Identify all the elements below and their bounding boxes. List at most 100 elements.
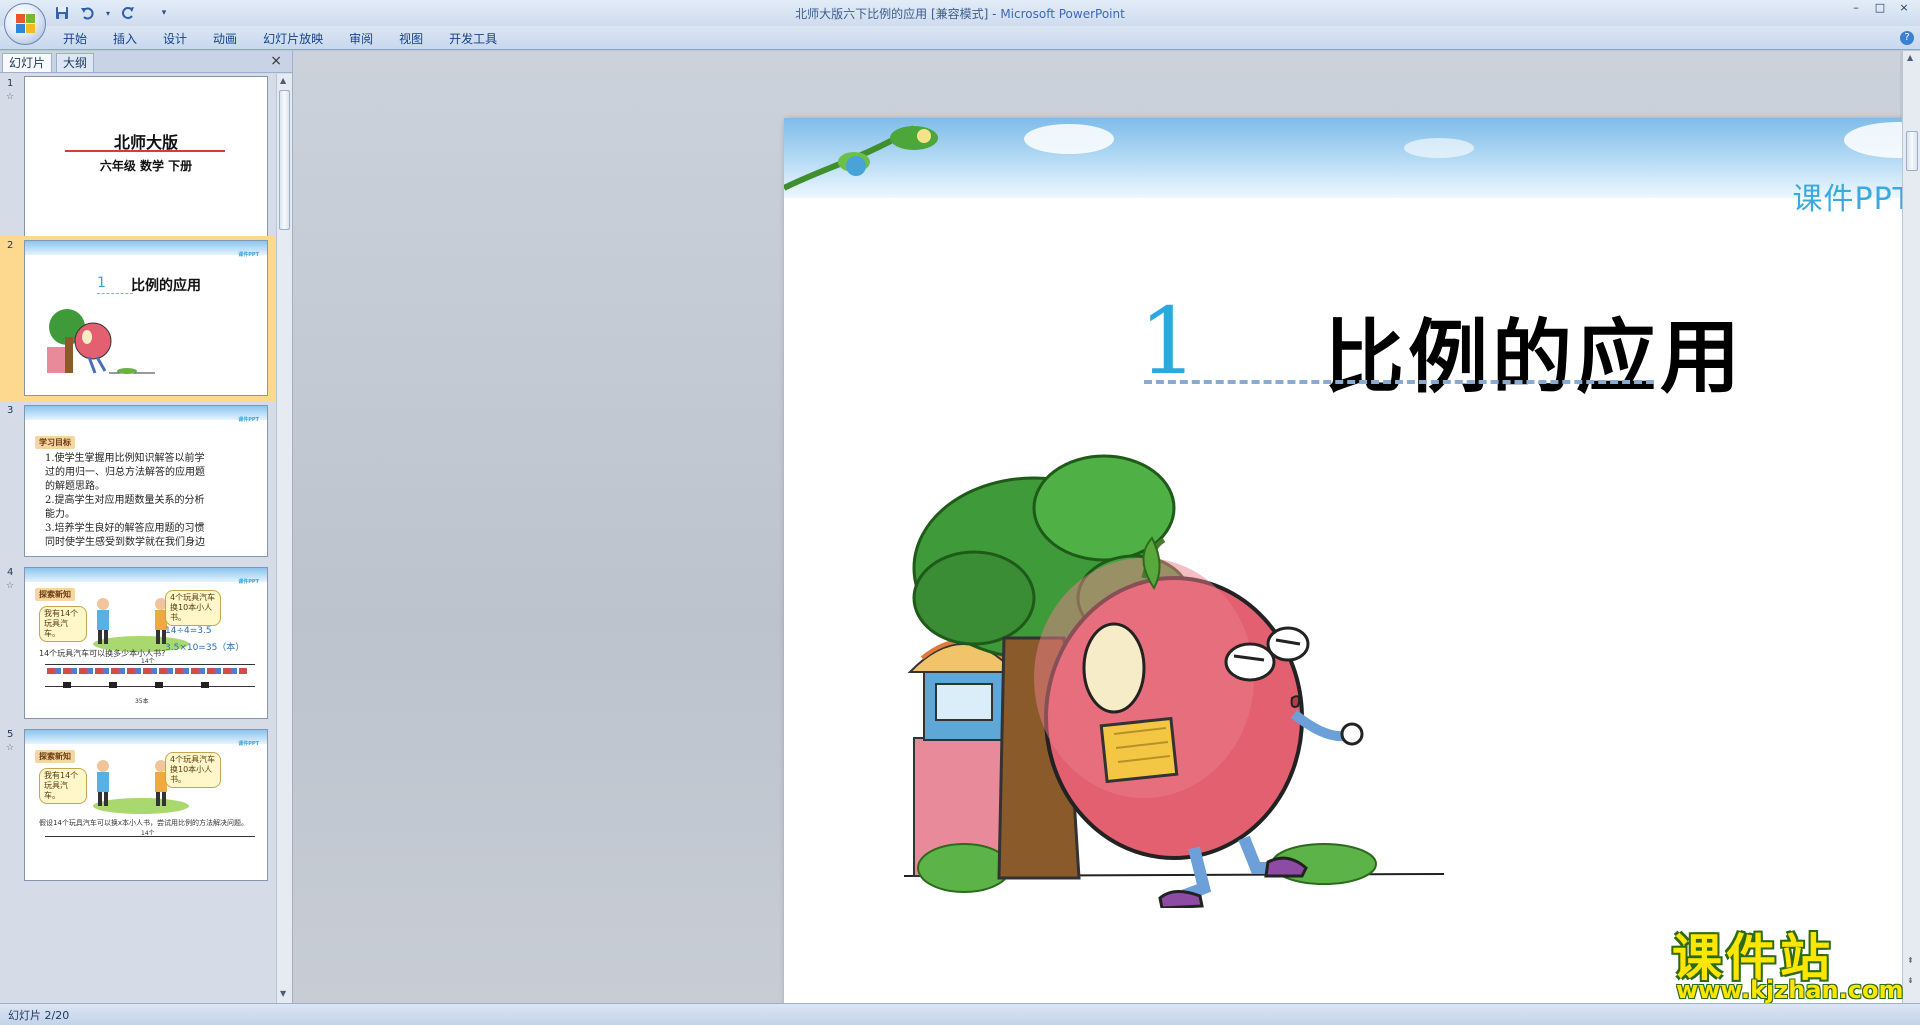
thumbnail-slide-3[interactable]: 3 课件PPT 学习目标 1.使学生掌握用比例知识解答以前学 过的用归一、归总方…: [0, 401, 276, 563]
current-slide[interactable]: 课件PPT 1 比例的应用: [784, 118, 1920, 1025]
document-title: 北师大版六下比例的应用 [兼容模式] -: [795, 7, 1001, 21]
office-button[interactable]: [4, 3, 46, 45]
slide-lesson-number[interactable]: 1: [1139, 288, 1198, 395]
animation-star-icon: ☆: [6, 581, 15, 591]
thumb-sticker: 学习目标: [35, 436, 75, 449]
thumb-sticker: 探索新知: [35, 750, 75, 763]
thumb-subtitle: 六年级 数学 下册: [99, 159, 193, 173]
cloud-shape: [1404, 138, 1474, 158]
app-name: Microsoft PowerPoint: [1000, 7, 1125, 21]
tab-home[interactable]: 开始: [50, 30, 100, 48]
thumbnail-image: 北师大版 六年级 数学 下册: [24, 76, 268, 260]
objective-line: 的解题思路。: [45, 481, 105, 492]
slide-number: 2: [7, 240, 14, 251]
help-icon[interactable]: ?: [1900, 31, 1914, 45]
thumb-header-band: [25, 730, 267, 744]
panel-tabs: 幻灯片 大纲 ×: [0, 51, 292, 73]
window-title: 北师大版六下比例的应用 [兼容模式] - Microsoft PowerPoin…: [0, 5, 1920, 22]
tab-outline[interactable]: 大纲: [56, 53, 95, 72]
objective-line: 同时使学生感受到数学就在我们身边: [45, 537, 205, 548]
office-logo-icon: [16, 14, 36, 34]
thumbnail-image: 课件PPT 学习目标 1.使学生掌握用比例知识解答以前学 过的用归一、归总方法解…: [24, 405, 268, 557]
thumb-title: 比例的应用: [131, 278, 201, 294]
ribbon: 开始 插入 设计 动画 幻灯片放映 审阅 视图 开发工具 ?: [0, 26, 1920, 50]
title-underline: [65, 150, 225, 152]
line-diagram-top: [45, 836, 255, 837]
tab-view[interactable]: 视图: [386, 30, 436, 48]
title-dashed-rule: [1144, 380, 1654, 384]
maximize-button[interactable]: □: [1868, 0, 1892, 18]
tab-slideshow[interactable]: 幻灯片放映: [250, 30, 336, 48]
slide-scrollbar[interactable]: ▲ ⇞ ⇟: [1902, 51, 1920, 1003]
status-bar: 幻灯片 2/20: [0, 1003, 1920, 1025]
title-bar: ▾ ▾ 北师大版六下比例的应用 [兼容模式] - Microsoft Power…: [0, 0, 1920, 45]
tab-developer[interactable]: 开发工具: [436, 30, 510, 48]
watermark-logo: 课件站 www.kjzhan.com: [1668, 918, 1904, 1004]
next-slide-icon[interactable]: ⇟: [1907, 976, 1914, 985]
slide-counter: 幻灯片 2/20: [8, 1009, 70, 1022]
title-dashes: [97, 293, 133, 294]
thumbnail-image: 课件PPT 探索新知 我有14个玩具汽车。 4个玩具汽车换10本小人书。 假设1…: [24, 729, 268, 881]
thumbnail-slide-5[interactable]: 5 ☆ 课件PPT 探索新知 我有14个玩具汽车。 4个玩具汽车换10本小人书。…: [0, 725, 276, 887]
thumb-sticker: 探索新知: [35, 588, 75, 601]
objective-line: 2.提高学生对应用题数量关系的分析: [45, 495, 205, 506]
thumbnail-slide-4[interactable]: 4 ☆ 课件PPT 探索新知 我有14个玩具汽车。 4个玩具汽车换10本小人书。…: [0, 563, 276, 725]
thumb-header-band: [25, 241, 267, 255]
slide-number: 1: [7, 78, 14, 89]
tab-insert[interactable]: 插入: [100, 30, 150, 48]
watermark-url: www.kjzhan.com: [1676, 976, 1904, 1004]
objective-line: 能力。: [45, 509, 75, 520]
tab-design[interactable]: 设计: [150, 30, 200, 48]
tab-animations[interactable]: 动画: [200, 30, 250, 48]
thumb-number: 1: [97, 275, 106, 291]
thumb-badge: 课件PPT: [238, 417, 259, 423]
thumbnail-image: 课件PPT 探索新知 我有14个玩具汽车。 4个玩具汽车换10本小人书。 14÷…: [24, 567, 268, 719]
slides-panel: 幻灯片 大纲 × 1 ☆ 北师大版 六年级 数学 下册 2 课件PPT 1 比例…: [0, 51, 292, 1003]
toy-cars-row: [47, 668, 247, 674]
books-row: [63, 682, 213, 688]
minimize-button[interactable]: –: [1844, 0, 1868, 18]
ribbon-tabs: 开始 插入 设计 动画 幻灯片放映 审阅 视图 开发工具: [50, 30, 510, 48]
apple-character-illustration[interactable]: [904, 448, 1464, 908]
slide-badge: 课件PPT: [1792, 182, 1912, 217]
close-panel-icon[interactable]: ×: [270, 53, 282, 69]
scroll-thumb[interactable]: [279, 90, 290, 230]
line-diagram-top: [45, 664, 255, 665]
equation-2: 3.5×10=35（本）: [165, 643, 245, 653]
slide-number: 5: [7, 729, 14, 740]
scroll-up-icon[interactable]: ▲: [280, 76, 286, 85]
close-button[interactable]: ×: [1892, 0, 1916, 18]
previous-slide-icon[interactable]: ⇞: [1907, 956, 1914, 965]
objective-line: 3.培养学生良好的解答应用题的习惯: [45, 523, 205, 534]
thumbnail-slide-2[interactable]: 2 课件PPT 1 比例的应用: [0, 236, 276, 401]
thumbnail-image: 课件PPT 1 比例的应用: [24, 240, 268, 396]
speech-bubble-left: 我有14个玩具汽车。: [39, 606, 87, 642]
question-text: 假设14个玩具汽车可以换x本小人书，尝试用比例的方法解决问题。: [39, 819, 249, 827]
objective-line: 1.使学生掌握用比例知识解答以前学: [45, 453, 205, 464]
scroll-down-icon[interactable]: ▼: [280, 989, 286, 998]
thumb-header-band: [25, 568, 267, 582]
equation-1: 14÷4=3.5: [165, 626, 212, 636]
tab-review[interactable]: 审阅: [336, 30, 386, 48]
vine-leaves-decoration: [784, 125, 938, 191]
window-controls: – □ ×: [1844, 0, 1916, 18]
animation-star-icon: ☆: [6, 92, 15, 102]
thumb-header-band: [25, 406, 267, 420]
scroll-up-icon[interactable]: ▲: [1907, 53, 1913, 62]
tab-slides[interactable]: 幻灯片: [2, 53, 53, 72]
slide-number: 4: [7, 567, 14, 578]
slide-header-band: [784, 118, 1920, 198]
cloud-shape: [1024, 124, 1114, 154]
slide-title[interactable]: 比例的应用: [1324, 293, 1744, 409]
scroll-thumb[interactable]: [1906, 131, 1918, 171]
thumb-badge: 课件PPT: [238, 252, 259, 258]
panel-scrollbar[interactable]: ▲ ▼: [276, 74, 292, 1003]
slide-number: 3: [7, 405, 14, 416]
speech-bubble-left: 我有14个玩具汽车。: [39, 768, 87, 804]
speech-bubble-right: 4个玩具汽车换10本小人书。: [165, 752, 221, 788]
bottom-label: 35本: [135, 698, 149, 705]
speech-bubble-right: 4个玩具汽车换10本小人书。: [165, 590, 221, 626]
apple-character-thumb: [47, 309, 155, 374]
objective-text: 1.使学生掌握用比例知识解答以前学 过的用归一、归总方法解答的应用题 的解题思路…: [45, 452, 245, 550]
slide-editor: 课件PPT 1 比例的应用: [292, 51, 1920, 1025]
